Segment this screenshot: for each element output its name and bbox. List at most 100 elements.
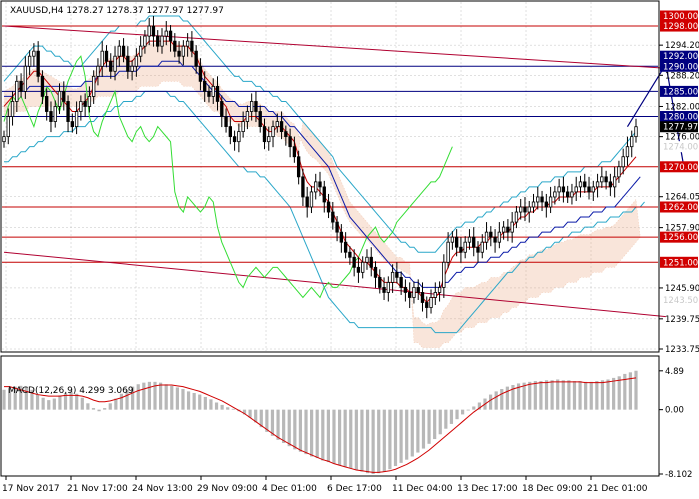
candle-body [484, 231, 489, 243]
macd-bar [567, 380, 571, 410]
macd-bar [578, 381, 582, 410]
macd-bar [365, 409, 370, 474]
candle-body [378, 276, 382, 288]
candle-body [147, 25, 151, 37]
candle-body [373, 266, 378, 278]
macd-bar [214, 402, 219, 410]
macd-bar [136, 384, 140, 410]
macd-bar [354, 409, 358, 471]
macd-bar [488, 394, 493, 410]
candle-body [630, 136, 634, 148]
macd-bar [405, 409, 409, 460]
price-label: 1251.00 [663, 258, 698, 268]
macd-bar [80, 397, 84, 410]
macd-bar [343, 409, 347, 467]
macd-bar [58, 395, 62, 410]
macd-bar [600, 380, 605, 410]
candle-body [288, 136, 292, 148]
candle-body [446, 241, 450, 263]
macd-bar [382, 409, 386, 472]
candle-body [250, 101, 254, 112]
candle-body [331, 211, 335, 223]
time-label: 21 Nov 17:00 [67, 484, 128, 494]
candle-body [160, 35, 164, 47]
candle-body [587, 186, 591, 193]
candle-body [134, 55, 139, 67]
time-label: 18 Dec 09:00 [522, 484, 583, 494]
candle-body [121, 45, 126, 57]
candle-body [262, 126, 267, 143]
price-tick-label: 1294.20 [665, 41, 699, 51]
candle-body [275, 121, 279, 127]
macd-bar [186, 391, 191, 410]
candle-body [467, 236, 472, 243]
macd-bar [505, 386, 509, 410]
candle-body [425, 302, 429, 308]
candle-body [130, 65, 134, 72]
macd-bar [410, 409, 414, 457]
candle-body [450, 236, 455, 243]
macd-bar [310, 409, 314, 457]
candle-body [390, 271, 395, 283]
macd-bar [595, 381, 599, 410]
macd-bar [35, 394, 40, 410]
macd-bar [293, 409, 297, 450]
macd-bar [114, 398, 118, 410]
macd-bar [612, 377, 616, 410]
candle-body [548, 196, 553, 208]
candle-body [442, 261, 446, 288]
price-tick-label: 1264.05 [665, 193, 699, 203]
candle-body [416, 287, 420, 293]
macd-bar [147, 381, 152, 410]
macd-bar [282, 409, 286, 444]
candle-body [634, 126, 638, 138]
macd-bar [584, 381, 588, 410]
candle-body [600, 176, 604, 183]
macd-bar [270, 409, 275, 436]
candle-body [284, 131, 288, 138]
candle-body [429, 297, 433, 308]
candle-body [433, 292, 437, 298]
macd-tick-label: -8.102 [665, 470, 692, 480]
candle-body [625, 146, 630, 158]
macd-bar [164, 384, 168, 410]
macd-bar [628, 372, 633, 410]
macd-bar [276, 409, 280, 440]
candle-body [126, 55, 130, 72]
candle-body [151, 25, 156, 37]
macd-bar [321, 409, 325, 461]
candle-body [96, 65, 100, 77]
candle-body [399, 276, 403, 288]
macd-bar [427, 409, 431, 444]
macd-bar [438, 409, 442, 435]
candle-body [83, 101, 87, 107]
macd-bar [119, 393, 124, 410]
candle-body [168, 30, 173, 42]
time-label: 24 Nov 13:00 [132, 484, 193, 494]
candle-body [536, 196, 540, 203]
macd-bar [455, 409, 459, 420]
candle-body [173, 40, 177, 52]
candle-body [570, 191, 574, 198]
macd-bar [461, 409, 465, 415]
macd-bar [315, 409, 319, 459]
candle-body [557, 186, 561, 193]
macd-header: MACD(12,26,9) 4.299 3.069 [8, 386, 134, 396]
candle-body [437, 287, 442, 293]
macd-bar [556, 379, 560, 410]
macd-bar [500, 389, 504, 410]
macd-bar [393, 409, 398, 467]
price-label: 1300.00 [663, 12, 698, 22]
candle-body [66, 101, 70, 122]
candle-body [27, 55, 32, 67]
time-label: 4 Dec 01:00 [262, 484, 317, 494]
candle-body [553, 191, 557, 198]
candle-body [480, 241, 484, 253]
price-tick-label: 1282.00 [665, 102, 699, 112]
candle-body [365, 256, 369, 263]
candle-body [301, 176, 305, 198]
macd-tick-label: 0.00 [665, 406, 684, 416]
candle-body [412, 287, 416, 298]
candle-body [271, 126, 275, 138]
candle-body [612, 176, 617, 188]
